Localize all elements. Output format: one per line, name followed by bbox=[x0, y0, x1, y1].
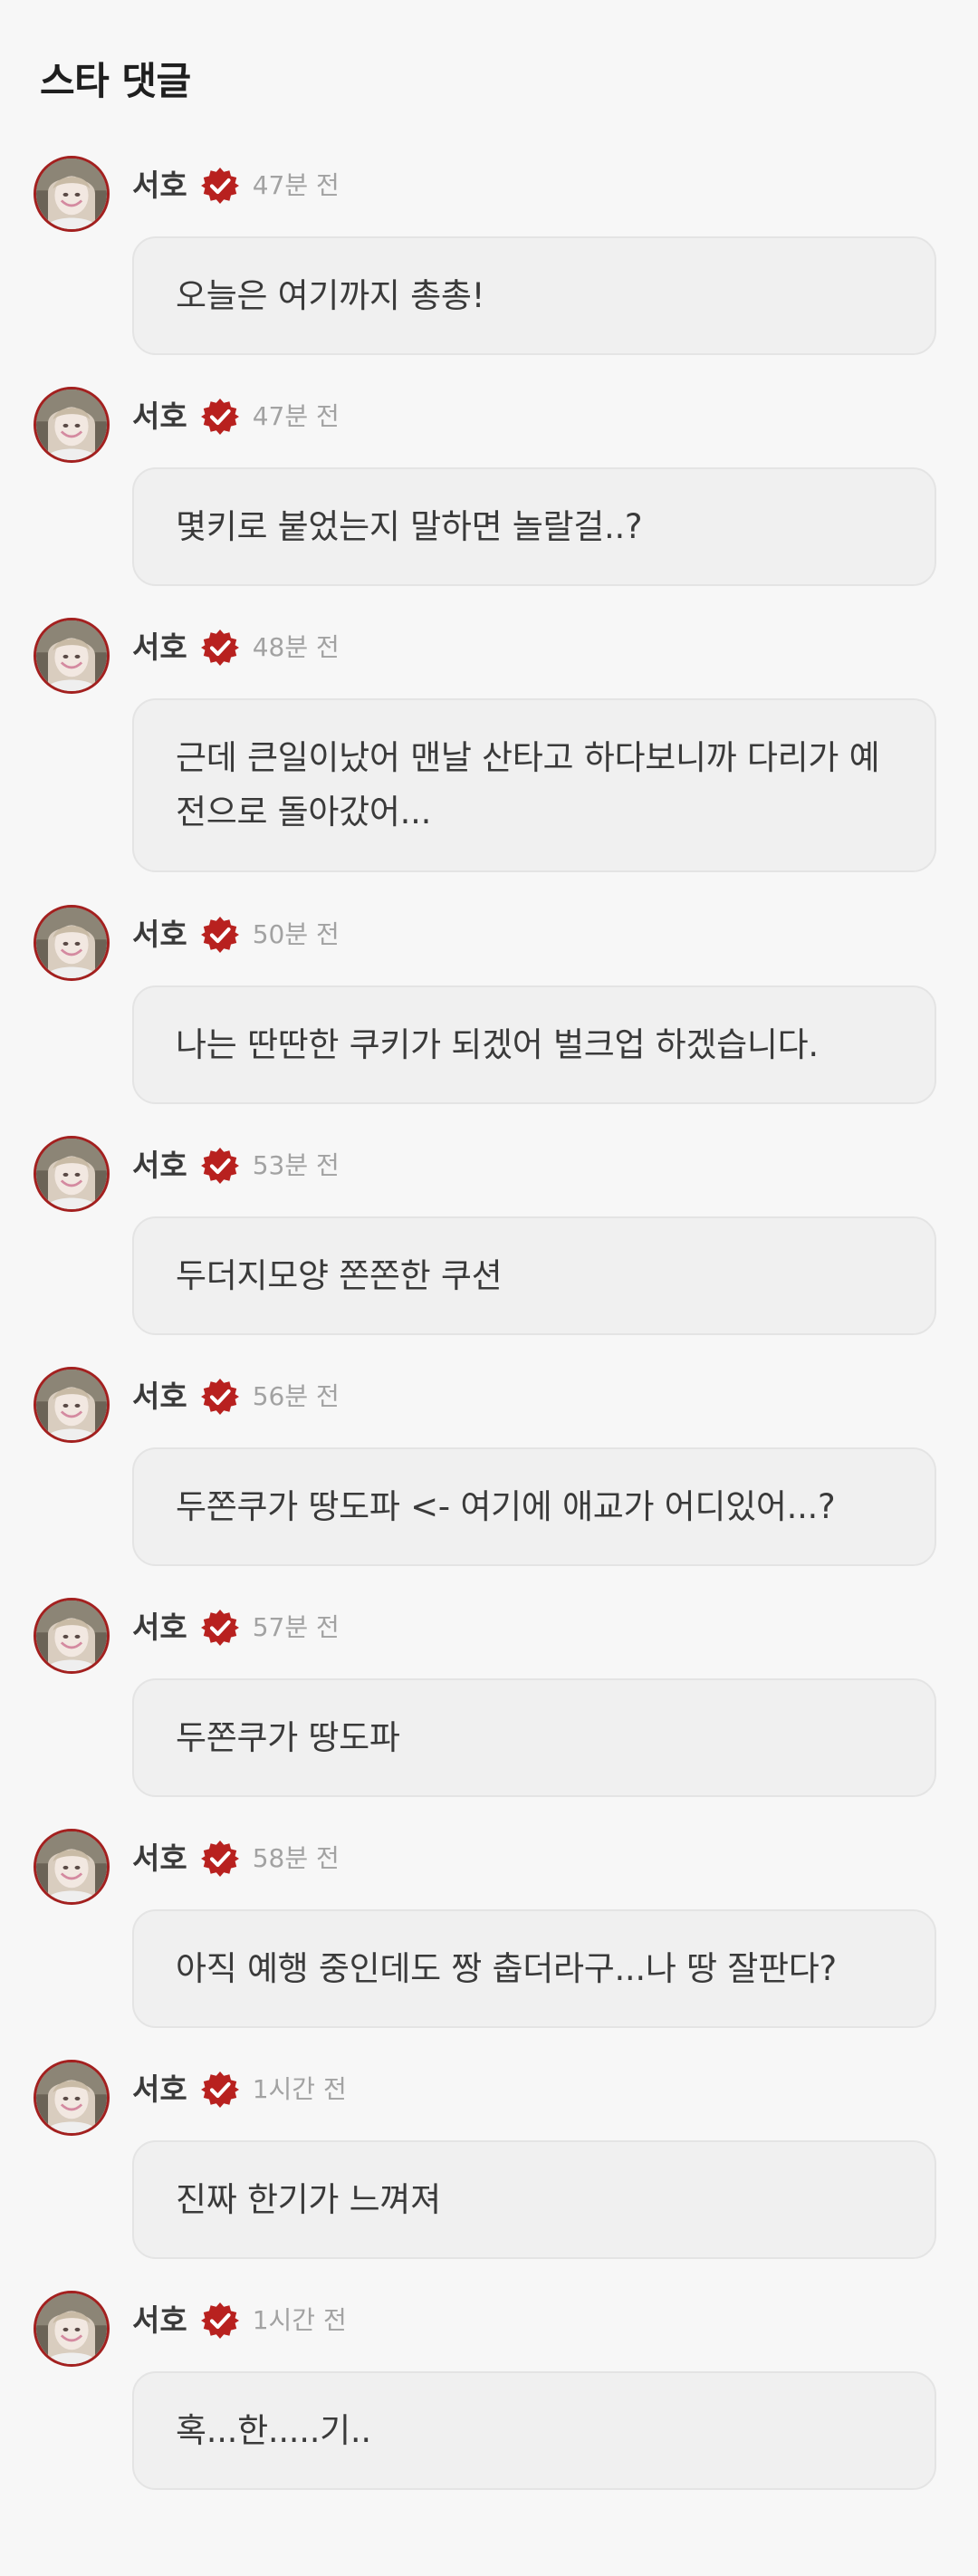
avatar[interactable] bbox=[34, 1598, 110, 1674]
avatar-photo-icon bbox=[36, 2293, 107, 2364]
verified-badge-icon bbox=[200, 2301, 240, 2341]
avatar[interactable] bbox=[34, 1136, 110, 1212]
avatar-photo-icon bbox=[36, 2062, 107, 2133]
comment-text: 혹...한.....기.. bbox=[176, 2410, 371, 2450]
comment-time: 57분 전 bbox=[252, 1612, 340, 1642]
avatar[interactable] bbox=[34, 156, 110, 232]
comment-text: 진짜 한기가 느껴져 bbox=[176, 2179, 441, 2219]
comment-bubble[interactable]: 몇키로 붙었는지 말하면 놀랄걸..? bbox=[132, 467, 936, 586]
comment-time: 56분 전 bbox=[252, 1381, 340, 1411]
comment-bubble[interactable]: 두쫀쿠가 땅도파 bbox=[132, 1678, 936, 1797]
verified-badge-icon bbox=[200, 1377, 240, 1417]
verified-badge-icon bbox=[200, 166, 240, 206]
comment-header: 서호 50분 전 bbox=[132, 913, 340, 956]
comment-text: 근데 큰일이났어 맨날 산타고 하다보니까 다리가 예전으로 돌아갔어... bbox=[176, 738, 880, 831]
comment-header: 서호 47분 전 bbox=[132, 395, 340, 438]
avatar-photo-icon bbox=[36, 389, 107, 460]
section-title: 스타 댓글 bbox=[40, 59, 191, 103]
verified-badge-icon bbox=[200, 397, 240, 437]
author-name[interactable]: 서호 bbox=[132, 626, 187, 669]
comment-text: 오늘은 여기까지 총총! bbox=[176, 275, 485, 315]
comment-time: 47분 전 bbox=[252, 170, 340, 200]
comment-header: 서호 1시간 전 bbox=[132, 2068, 347, 2111]
verified-badge-icon bbox=[200, 2070, 240, 2110]
author-name[interactable]: 서호 bbox=[132, 1606, 187, 1649]
comment-time: 48분 전 bbox=[252, 632, 340, 662]
author-name[interactable]: 서호 bbox=[132, 2299, 187, 2342]
avatar[interactable] bbox=[34, 387, 110, 463]
author-name[interactable]: 서호 bbox=[132, 2068, 187, 2111]
avatar-photo-icon bbox=[36, 1600, 107, 1671]
avatar[interactable] bbox=[34, 2060, 110, 2136]
comment-header: 서호 58분 전 bbox=[132, 1837, 340, 1880]
verified-badge-icon bbox=[200, 1839, 240, 1879]
author-name[interactable]: 서호 bbox=[132, 1837, 187, 1880]
author-name[interactable]: 서호 bbox=[132, 395, 187, 438]
avatar-photo-icon bbox=[36, 908, 107, 978]
comment-bubble[interactable]: 두더지모양 쫀쫀한 쿠션 bbox=[132, 1216, 936, 1335]
author-name[interactable]: 서호 bbox=[132, 1375, 187, 1418]
comment-text: 몇키로 붙었는지 말하면 놀랄걸..? bbox=[176, 506, 643, 546]
comment-bubble[interactable]: 근데 큰일이났어 맨날 산타고 하다보니까 다리가 예전으로 돌아갔어... bbox=[132, 698, 936, 872]
verified-badge-icon bbox=[200, 628, 240, 668]
comment-header: 서호 53분 전 bbox=[132, 1144, 340, 1187]
comment-time: 47분 전 bbox=[252, 401, 340, 431]
author-name[interactable]: 서호 bbox=[132, 913, 187, 956]
comment-header: 서호 48분 전 bbox=[132, 626, 340, 669]
avatar-photo-icon bbox=[36, 1370, 107, 1440]
comment-bubble[interactable]: 진짜 한기가 느껴져 bbox=[132, 2140, 936, 2259]
avatar-photo-icon bbox=[36, 159, 107, 229]
comment-text: 아직 예행 중인데도 짱 춥더라구...나 땅 잘판다? bbox=[176, 1948, 837, 1988]
comment-bubble[interactable]: 두쫀쿠가 땅도파 <- 여기에 애교가 어디있어...? bbox=[132, 1447, 936, 1566]
comment-header: 서호 56분 전 bbox=[132, 1375, 340, 1418]
verified-badge-icon bbox=[200, 1608, 240, 1648]
avatar-photo-icon bbox=[36, 1831, 107, 1902]
comment-text: 두더지모양 쫀쫀한 쿠션 bbox=[176, 1255, 503, 1295]
avatar[interactable] bbox=[34, 905, 110, 981]
author-name[interactable]: 서호 bbox=[132, 1144, 187, 1187]
verified-badge-icon bbox=[200, 1146, 240, 1186]
avatar-photo-icon bbox=[36, 1139, 107, 1209]
comment-bubble[interactable]: 혹...한.....기.. bbox=[132, 2371, 936, 2490]
comment-bubble[interactable]: 나는 딴딴한 쿠키가 되겠어 벌크업 하겠습니다. bbox=[132, 985, 936, 1104]
author-name[interactable]: 서호 bbox=[132, 164, 187, 207]
comment-time: 53분 전 bbox=[252, 1150, 340, 1180]
star-comments-page: 스타 댓글 서호 47분 전 오늘은 여기까지 총총! 서호 47분 전 몇키로… bbox=[0, 0, 978, 2576]
verified-badge-icon bbox=[200, 915, 240, 955]
avatar-photo-icon bbox=[36, 620, 107, 691]
comment-time: 1시간 전 bbox=[252, 2305, 347, 2335]
comment-bubble[interactable]: 오늘은 여기까지 총총! bbox=[132, 236, 936, 355]
comment-text: 두쫀쿠가 땅도파 <- 여기에 애교가 어디있어...? bbox=[176, 1486, 836, 1526]
avatar[interactable] bbox=[34, 1367, 110, 1443]
comment-time: 58분 전 bbox=[252, 1843, 340, 1873]
comment-time: 50분 전 bbox=[252, 919, 340, 949]
comment-text: 두쫀쿠가 땅도파 bbox=[176, 1717, 400, 1757]
comment-time: 1시간 전 bbox=[252, 2074, 347, 2104]
avatar[interactable] bbox=[34, 2291, 110, 2367]
comment-header: 서호 47분 전 bbox=[132, 164, 340, 207]
comment-header: 서호 1시간 전 bbox=[132, 2299, 347, 2342]
comment-text: 나는 딴딴한 쿠키가 되겠어 벌크업 하겠습니다. bbox=[176, 1024, 819, 1064]
comment-bubble[interactable]: 아직 예행 중인데도 짱 춥더라구...나 땅 잘판다? bbox=[132, 1909, 936, 2028]
comment-header: 서호 57분 전 bbox=[132, 1606, 340, 1649]
avatar[interactable] bbox=[34, 1829, 110, 1905]
avatar[interactable] bbox=[34, 618, 110, 694]
